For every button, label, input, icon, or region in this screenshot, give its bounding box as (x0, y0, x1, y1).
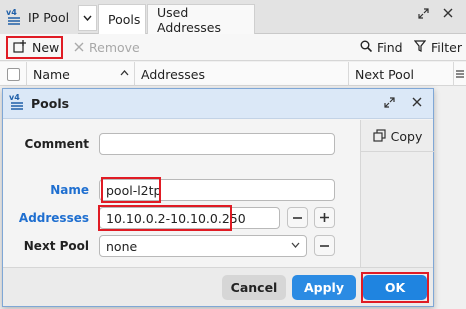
column-header-addresses[interactable]: Addresses (135, 62, 349, 86)
tab-used-addresses[interactable]: Used Addresses (147, 4, 255, 35)
cancel-button[interactable]: Cancel (222, 275, 286, 300)
column-header-name[interactable]: Name (27, 62, 135, 86)
find-button[interactable]: Find (360, 36, 403, 59)
find-label: Find (377, 40, 403, 55)
copy-button[interactable]: Copy (361, 122, 434, 152)
next-pool-label-wrap: Next Pool (3, 236, 89, 258)
addresses-label-wrap: Addresses (3, 208, 89, 230)
comment-label: Comment (24, 137, 89, 151)
copy-label: Copy (390, 129, 423, 144)
restore-icon[interactable] (384, 97, 395, 111)
tab-label: Used Addresses (157, 4, 221, 35)
new-button[interactable]: New (6, 36, 63, 59)
ok-button[interactable]: OK (363, 275, 427, 300)
remove-address-button[interactable] (287, 207, 308, 228)
copy-icon (373, 128, 386, 145)
remove-icon (74, 40, 84, 55)
remove-label: Remove (89, 40, 140, 55)
pools-dialog: v4 Pools Comment Name pool-l2tp Addresse… (2, 88, 434, 307)
filter-icon (413, 40, 427, 55)
dialog-title-bar[interactable]: v4 Pools (3, 89, 433, 119)
filter-button[interactable]: Filter (413, 36, 462, 59)
column-menu-icon[interactable] (454, 62, 466, 86)
svg-text:v4: v4 (9, 93, 20, 102)
sort-asc-icon (120, 69, 129, 79)
dialog-footer: Cancel Apply OK (3, 267, 433, 306)
remove-button[interactable]: Remove (74, 36, 140, 59)
tab-label: Pools (108, 12, 141, 27)
name-label: Name (50, 183, 89, 197)
name-field[interactable]: pool-l2tp (99, 179, 335, 201)
toolbar: New Remove Find Filter (0, 34, 466, 61)
new-label: New (32, 40, 60, 55)
chevron-down-icon[interactable] (78, 5, 97, 31)
ipv4-icon: v4 (6, 8, 22, 26)
addresses-label: Addresses (18, 211, 89, 225)
next-pool-label: Next Pool (23, 239, 89, 253)
filter-label: Filter (431, 40, 462, 55)
comment-label-wrap: Comment (3, 134, 89, 156)
side-panel: Copy (360, 120, 434, 267)
ipv4-icon: v4 (9, 93, 25, 114)
add-address-button[interactable] (314, 207, 335, 228)
column-header-next-pool[interactable]: Next Pool (349, 62, 454, 86)
app-title: IP Pool (28, 9, 70, 25)
tab-bar: v4 IP Pool Pools Used Addresses (0, 0, 466, 35)
next-pool-value: none (106, 238, 138, 254)
addresses-field[interactable]: 10.10.0.2-10.10.0.250 (99, 207, 280, 229)
tab-pools[interactable]: Pools (98, 4, 146, 34)
new-icon (13, 39, 27, 56)
svg-text:v4: v4 (6, 8, 17, 17)
remove-next-pool-button[interactable] (314, 235, 335, 256)
close-icon[interactable] (443, 8, 453, 21)
table-header: Name Addresses Next Pool (0, 62, 466, 86)
search-icon (360, 40, 373, 55)
dialog-title: Pools (31, 96, 70, 111)
restore-icon[interactable] (418, 8, 429, 22)
select-all-checkbox[interactable] (0, 62, 27, 86)
app-tab[interactable]: v4 IP Pool (0, 0, 78, 34)
close-icon[interactable] (412, 97, 422, 110)
name-label-wrap: Name (3, 180, 89, 202)
apply-button[interactable]: Apply (292, 275, 356, 300)
form-area: Comment Name pool-l2tp Addresses 10.10.0… (3, 120, 360, 267)
next-pool-select[interactable]: none (99, 235, 307, 257)
chevron-down-icon (291, 241, 300, 251)
comment-field[interactable] (99, 133, 335, 155)
